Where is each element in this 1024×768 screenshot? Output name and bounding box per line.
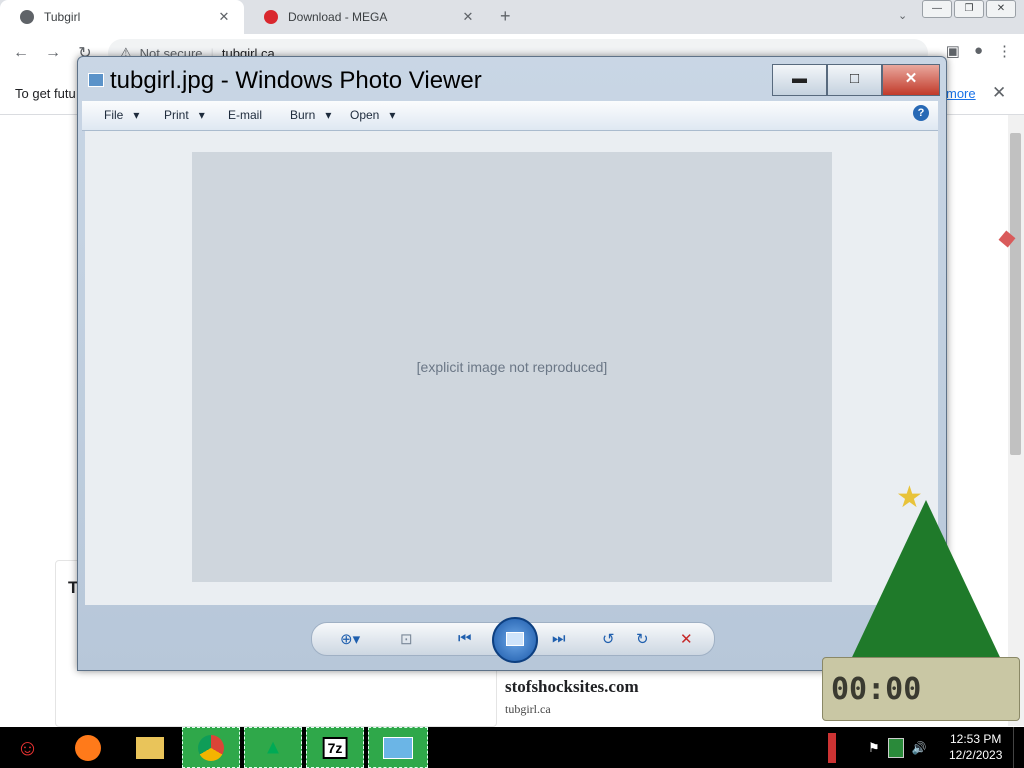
firefox-icon (75, 734, 101, 761)
explorer-taskbar-button[interactable] (124, 727, 176, 768)
forward-icon[interactable]: → (42, 44, 64, 62)
tab-mega[interactable]: Download - MEGA ✕ (244, 0, 488, 34)
chrome-taskbar-button[interactable] (182, 727, 240, 768)
tray-bar-icon[interactable] (828, 732, 836, 763)
photo-viewer-titlebar[interactable]: tubgirl.jpg - Windows Photo Viewer ▬ □ ✕ (78, 57, 946, 97)
actual-size-icon[interactable]: ⊡ (400, 630, 413, 648)
globe-icon (20, 10, 34, 24)
system-tray: ⚑ 🔊 (828, 727, 927, 768)
maximize-button[interactable]: □ (827, 64, 882, 96)
close-tab-icon[interactable]: ✕ (460, 9, 476, 25)
flag-icon[interactable]: ⚑ (868, 740, 880, 756)
extensions-icon[interactable]: ▣ (946, 42, 960, 60)
menu-print[interactable]: Print ▾ (164, 108, 205, 122)
tab-strip: Tubgirl ✕ Download - MEGA ✕ + ⌄ — ❐ ✕ (0, 0, 1024, 34)
star-icon: ★ (896, 481, 923, 514)
volume-icon[interactable]: 🔊 (912, 741, 927, 755)
back-icon[interactable]: ← (10, 44, 32, 62)
firefox-taskbar-button[interactable] (62, 727, 114, 768)
photo-viewer-menubar: File ▾ Print ▾ E-mail Burn ▾ Open ▾ ? (82, 101, 938, 131)
show-desktop-button[interactable] (1013, 727, 1024, 768)
close-tab-icon[interactable]: ✕ (216, 9, 232, 25)
close-icon[interactable]: ✕ (986, 0, 1016, 18)
taskbar: ☺ ▲ 7z ⚑ 🔊 12:53 PM 12/2/2023 (0, 727, 1024, 768)
site-url: tubgirl.ca (505, 702, 551, 716)
toolbar-actions: ▣ ● ⋮ (946, 42, 1012, 60)
santa-icon: ☺ (16, 734, 39, 760)
chrome-icon (198, 734, 224, 761)
mega-icon (264, 10, 278, 24)
christmas-tree-gadget (846, 500, 1006, 670)
7zip-icon: 7z (322, 736, 348, 759)
menu-file[interactable]: File ▾ (104, 108, 139, 122)
slideshow-icon (506, 632, 524, 646)
minimize-icon[interactable]: — (922, 0, 952, 18)
help-icon[interactable]: ? (913, 105, 929, 121)
menu-icon[interactable]: ⋮ (997, 42, 1012, 60)
desktop-clock-gadget: 00:00 (822, 657, 1020, 721)
7zip-taskbar-button[interactable]: 7z (306, 727, 364, 768)
rotate-right-icon[interactable]: ↻ (636, 630, 649, 648)
clock-date: 12/2/2023 (949, 748, 1003, 762)
clock-digits: 00:00 (831, 672, 922, 707)
info-bar-text: To get futu (15, 86, 76, 101)
photo-viewer-controls: ⊕▾ ⊡ ⏮ ⏭ ↺ ↻ ✕ (311, 617, 715, 663)
photo-viewer-window: tubgirl.jpg - Windows Photo Viewer ▬ □ ✕… (77, 56, 947, 671)
rotate-left-icon[interactable]: ↺ (602, 630, 615, 648)
photo-placeholder: [explicit image not reproduced] (192, 152, 832, 582)
next-icon[interactable]: ⏭ (552, 630, 566, 647)
start-button[interactable]: ☺ (0, 727, 55, 768)
browser-window-controls: — ❐ ✕ (922, 0, 1016, 18)
new-tab-button[interactable]: + (500, 6, 511, 27)
tab-title: Tubgirl (44, 10, 81, 24)
folder-icon (136, 736, 164, 759)
tab-search-chevron-icon[interactable]: ⌄ (898, 9, 907, 22)
window-controls: ▬ □ ✕ (772, 64, 940, 96)
slideshow-button[interactable] (492, 617, 538, 663)
page-scrollbar[interactable] (1008, 115, 1024, 726)
photo-viewer-icon (383, 736, 413, 759)
window-title: tubgirl.jpg - Windows Photo Viewer (110, 67, 482, 94)
tree-icon: ▲ (263, 736, 283, 758)
profile-icon[interactable]: ● (974, 42, 983, 60)
photo-viewer-app-icon (88, 73, 104, 87)
site-name[interactable]: stofshocksites.com (505, 677, 639, 697)
photo-viewer-taskbar-button[interactable] (368, 727, 428, 768)
menu-burn[interactable]: Burn ▾ (290, 108, 331, 122)
learn-more-link[interactable]: more (946, 86, 976, 101)
minimize-button[interactable]: ▬ (772, 64, 827, 96)
tab-tubgirl[interactable]: Tubgirl ✕ (0, 0, 244, 34)
taskbar-clock[interactable]: 12:53 PM 12/2/2023 (949, 731, 1002, 763)
close-button[interactable]: ✕ (882, 64, 940, 96)
clock-time: 12:53 PM (950, 732, 1002, 746)
tab-title: Download - MEGA (288, 10, 388, 24)
photo-canvas: [explicit image not reproduced] (85, 131, 938, 605)
menu-email[interactable]: E-mail (228, 108, 262, 122)
restore-icon[interactable]: ❐ (954, 0, 984, 18)
previous-icon[interactable]: ⏮ (458, 630, 472, 647)
zoom-icon[interactable]: ⊕▾ (340, 630, 360, 648)
tree-taskbar-button[interactable]: ▲ (244, 727, 302, 768)
delete-icon[interactable]: ✕ (680, 630, 693, 648)
scrollbar-thumb[interactable] (1010, 133, 1021, 455)
photo-note: [explicit image not reproduced] (416, 359, 608, 375)
network-icon[interactable] (887, 737, 904, 758)
menu-open[interactable]: Open ▾ (350, 108, 395, 122)
close-icon[interactable]: ✕ (992, 83, 1006, 103)
